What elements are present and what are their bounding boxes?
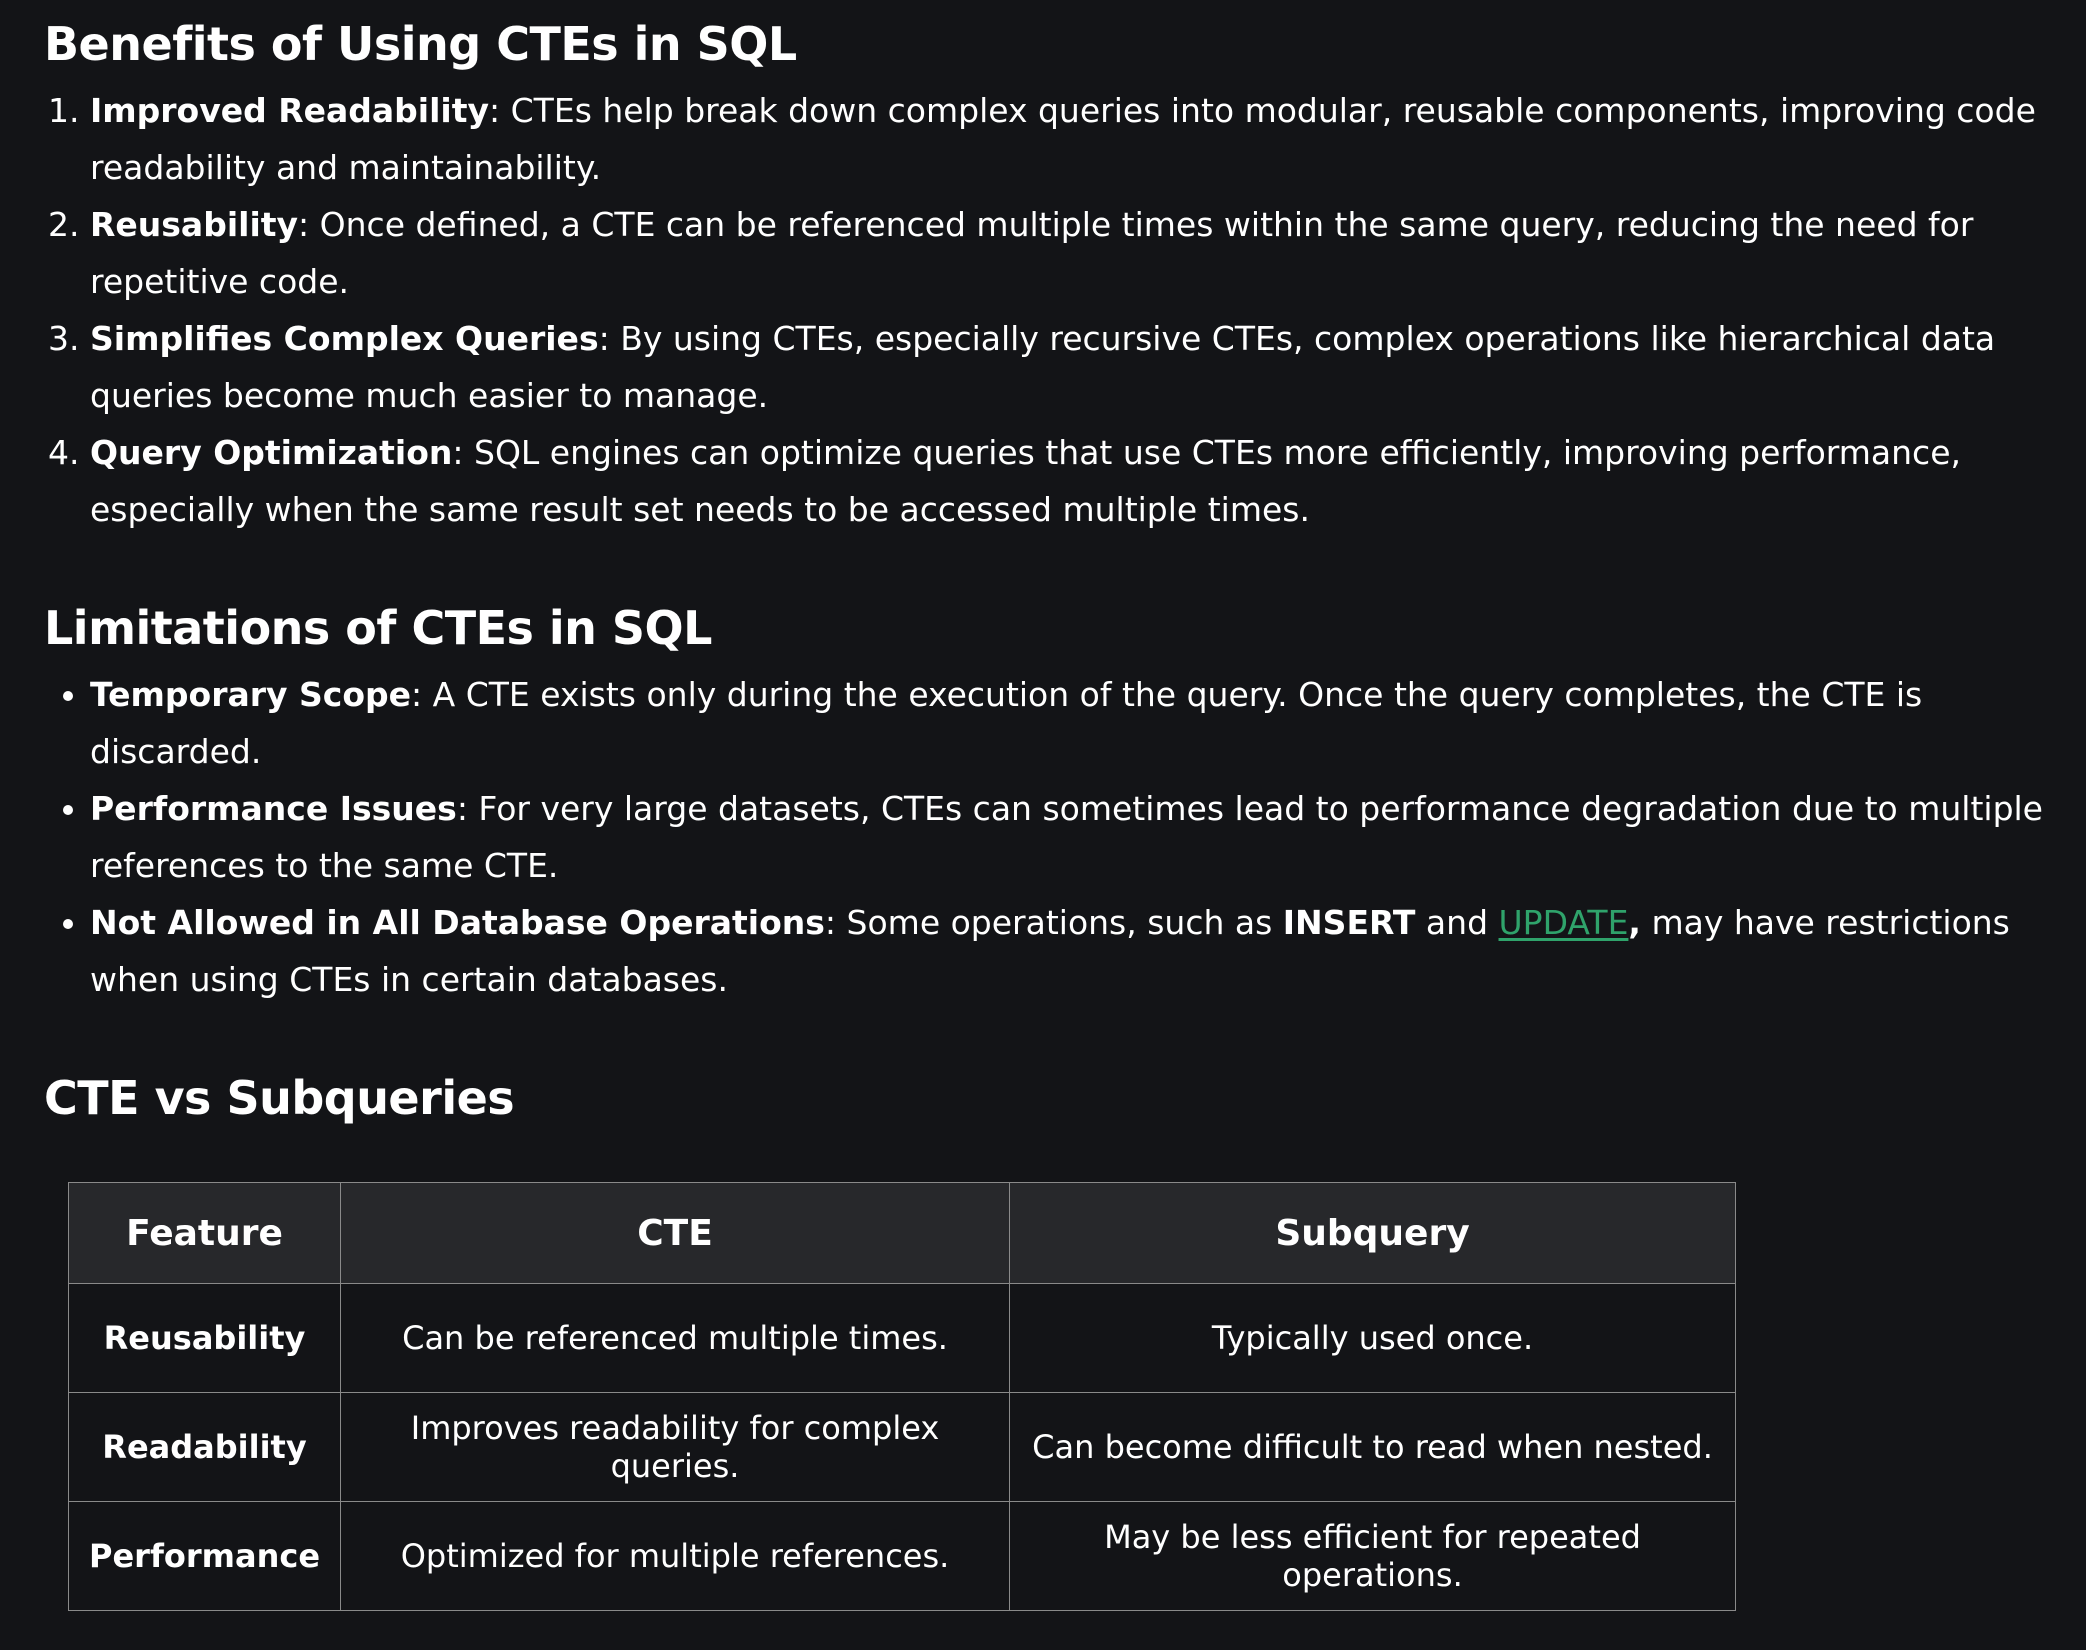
list-item: Query Optimization: SQL engines can opti… — [90, 424, 2086, 538]
list-item-term: Query Optimization — [90, 433, 453, 472]
limitations-list: Temporary Scope: A CTE exists only durin… — [44, 666, 2086, 1008]
table-cell: Improves readability for complex queries… — [340, 1392, 1011, 1502]
insert-keyword: INSERT — [1282, 903, 1416, 942]
list-item: Improved Readability: CTEs help break do… — [90, 82, 2086, 196]
benefits-list: Improved Readability: CTEs help break do… — [44, 82, 2086, 538]
table-row: Reusability Can be referenced multiple t… — [67, 1283, 1737, 1393]
list-item-term: Performance Issues — [90, 789, 457, 828]
list-item: Reusability: Once defined, a CTE can be … — [90, 196, 2086, 310]
list-item-term: Temporary Scope — [90, 675, 412, 714]
comparison-table: Feature CTE Subquery Reusability Can be … — [67, 1182, 1737, 1611]
table-cell-feature: Readability — [67, 1392, 342, 1502]
header-cte: CTE — [340, 1182, 1011, 1284]
table-row: Performance Optimized for multiple refer… — [67, 1501, 1737, 1611]
table-cell: Can become difficult to read when nested… — [1009, 1392, 1737, 1502]
table-cell-feature: Reusability — [67, 1283, 342, 1393]
list-item-text: : Some operations, such as — [824, 903, 1283, 942]
table-cell: Optimized for multiple references. — [340, 1501, 1011, 1611]
table-row: Readability Improves readability for com… — [67, 1392, 1737, 1502]
list-item-text: and — [1415, 903, 1499, 942]
list-item-term: Not Allowed in All Database Operations — [90, 903, 825, 942]
table-header-row: Feature CTE Subquery — [67, 1182, 1737, 1284]
table-cell: Typically used once. — [1009, 1283, 1737, 1393]
list-item-term: Reusability — [90, 205, 299, 244]
benefits-heading: Benefits of Using CTEs in SQL — [44, 17, 797, 71]
comma-text: , — [1628, 903, 1641, 942]
table-cell: May be less efficient for repeated opera… — [1009, 1501, 1737, 1611]
header-feature: Feature — [67, 1182, 342, 1284]
list-item: Simplifies Complex Queries: By using CTE… — [90, 310, 2086, 424]
comparison-heading: CTE vs Subqueries — [44, 1071, 515, 1125]
table-cell-feature: Performance — [67, 1501, 342, 1611]
limitations-heading: Limitations of CTEs in SQL — [44, 601, 712, 655]
header-subquery: Subquery — [1009, 1182, 1737, 1284]
list-item-text: : Once defined, a CTE can be referenced … — [90, 205, 1974, 301]
table-cell: Can be referenced multiple times. — [340, 1283, 1011, 1393]
article-content: Benefits of Using CTEs in SQL Improved R… — [0, 0, 2086, 1650]
update-link[interactable]: UPDATE — [1499, 903, 1629, 942]
list-item-term: Simplifies Complex Queries — [90, 319, 599, 358]
list-item: Performance Issues: For very large datas… — [90, 780, 2086, 894]
list-item-term: Improved Readability — [90, 91, 490, 130]
list-item: Not Allowed in All Database Operations: … — [90, 894, 2086, 1008]
list-item: Temporary Scope: A CTE exists only durin… — [90, 666, 2086, 780]
